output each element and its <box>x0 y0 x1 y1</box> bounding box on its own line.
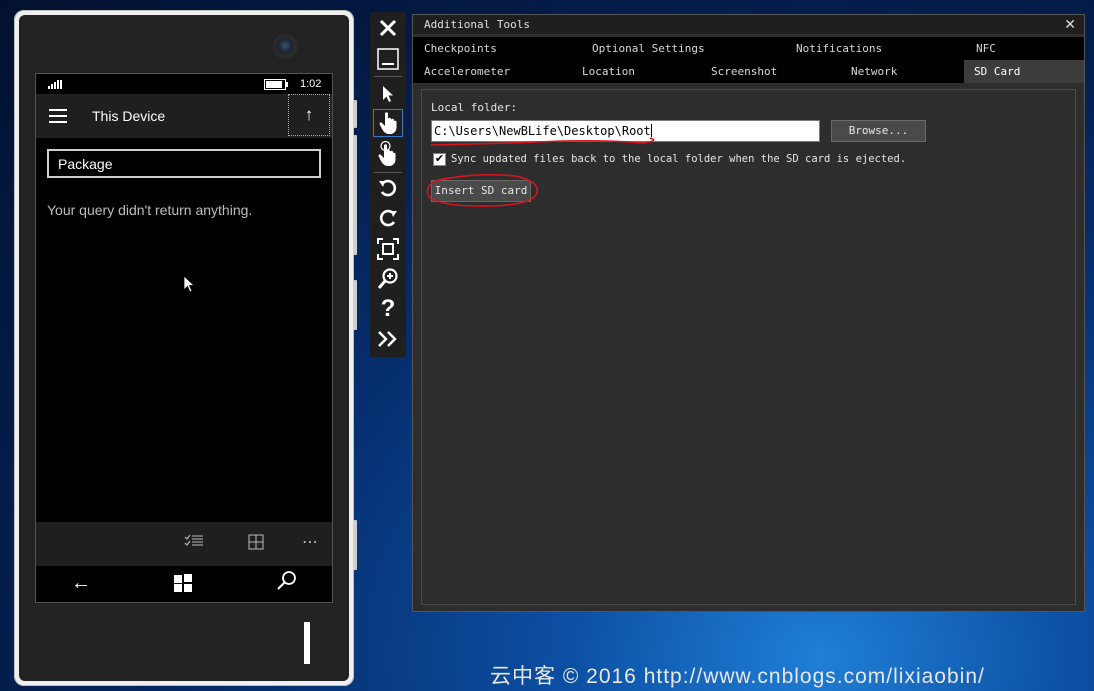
tab-screenshot[interactable]: Screenshot <box>711 65 777 78</box>
additional-tools-window: Additional Tools ✕ Checkpoints Optional … <box>412 14 1085 612</box>
tab-row-1: Checkpoints Optional Settings Notificati… <box>413 37 1084 60</box>
more-options-icon[interactable]: ⋯ <box>302 532 318 552</box>
power-button[interactable] <box>353 280 357 330</box>
insert-sd-card-button[interactable]: Insert SD card <box>431 180 531 202</box>
page-title: This Device <box>92 108 166 124</box>
tab-network[interactable]: Network <box>851 65 897 78</box>
tab-optional-settings[interactable]: Optional Settings <box>592 42 705 55</box>
windows-start-icon[interactable] <box>174 574 192 592</box>
watermark: 云中客 © 2016 http://www.cnblogs.com/lixiao… <box>490 665 985 688</box>
tab-sd-card-label: SD Card <box>974 65 1021 78</box>
home-indicator <box>304 622 310 664</box>
zoom-button[interactable] <box>373 265 403 293</box>
close-window-icon[interactable]: ✕ <box>1064 16 1076 33</box>
multi-point-touch-button[interactable] <box>373 140 403 168</box>
close-emulator-button[interactable] <box>373 14 403 42</box>
sd-card-panel <box>421 89 1076 605</box>
mouse-cursor-icon <box>184 276 196 293</box>
battery-icon <box>264 79 288 90</box>
minimize-icon <box>377 48 399 70</box>
sync-label: Sync updated files back to the local fol… <box>451 153 907 165</box>
back-arrow-icon[interactable]: ← <box>71 572 91 595</box>
front-camera <box>272 34 298 60</box>
multi-touch-icon <box>378 141 396 166</box>
app-header: This Device ↑ <box>36 94 332 138</box>
checkmark-icon: ✔ <box>434 153 445 165</box>
grid-view-icon[interactable] <box>248 534 264 555</box>
tab-accelerometer[interactable]: Accelerometer <box>424 65 510 78</box>
pointer-icon <box>383 86 393 102</box>
tab-sd-card[interactable]: SD Card <box>964 60 1084 83</box>
empty-result-message: Your query didn't return anything. <box>47 202 253 218</box>
phone-emulator: 1:02 This Device ↑ Package Your query di… <box>14 10 357 686</box>
camera-button[interactable] <box>353 520 357 570</box>
zoom-in-icon <box>377 268 398 289</box>
browse-button[interactable]: Browse... <box>831 120 926 142</box>
double-chevron-right-icon <box>378 331 397 347</box>
help-button[interactable]: ? <box>373 295 403 323</box>
fit-screen-icon <box>377 238 399 260</box>
emulator-toolbar: ? <box>370 12 406 357</box>
search-icon[interactable] <box>276 570 298 598</box>
status-bar: 1:02 <box>36 74 332 94</box>
minimize-emulator-button[interactable] <box>373 45 403 73</box>
app-bar: ⋯ <box>36 522 332 566</box>
phone-screen: 1:02 This Device ↑ Package Your query di… <box>35 73 333 603</box>
help-icon: ? <box>380 295 396 322</box>
tab-nfc[interactable]: NFC <box>976 42 996 55</box>
rotate-left-button[interactable] <box>373 175 403 203</box>
search-input[interactable]: Package <box>47 149 321 178</box>
close-icon <box>379 19 397 37</box>
navigation-bar: ← <box>36 566 332 602</box>
sync-checkbox[interactable]: ✔ <box>433 153 446 166</box>
signal-icon <box>48 80 62 89</box>
arrow-up-icon: ↑ <box>304 105 314 124</box>
fit-to-screen-button[interactable] <box>373 235 403 263</box>
single-point-touch-button[interactable] <box>373 109 403 137</box>
up-arrow-button[interactable]: ↑ <box>288 94 330 136</box>
rotate-right-button[interactable] <box>373 205 403 233</box>
window-title: Additional Tools <box>424 18 530 31</box>
additional-tools-button[interactable] <box>373 325 403 353</box>
local-folder-value: C:\Users\NewBLife\Desktop\Root <box>434 124 651 138</box>
local-folder-input[interactable]: C:\Users\NewBLife\Desktop\Root <box>431 120 820 142</box>
tab-location[interactable]: Location <box>582 65 635 78</box>
hamburger-menu-icon[interactable] <box>49 109 67 123</box>
hand-touch-icon <box>379 112 397 134</box>
rotate-right-icon <box>379 209 397 227</box>
tab-notifications[interactable]: Notifications <box>796 42 882 55</box>
volume-down-button[interactable] <box>353 135 357 255</box>
mouse-input-button[interactable] <box>373 80 403 108</box>
tools-title-bar: Additional Tools ✕ <box>413 15 1084 34</box>
status-time: 1:02 <box>300 78 322 90</box>
select-list-icon[interactable] <box>184 534 204 553</box>
local-folder-label: Local folder: <box>431 101 518 114</box>
rotate-left-icon <box>379 179 397 197</box>
tab-checkpoints[interactable]: Checkpoints <box>424 42 497 55</box>
volume-up-button[interactable] <box>353 100 357 128</box>
